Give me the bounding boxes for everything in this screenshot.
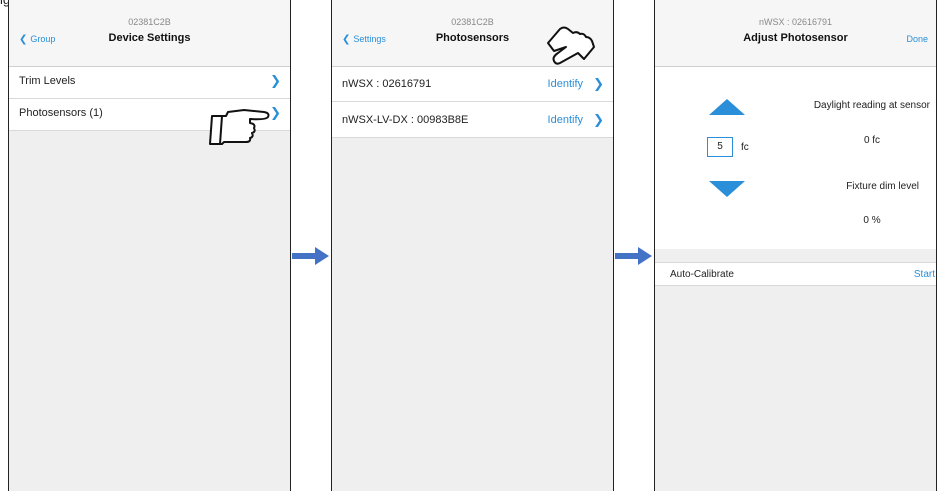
daylight-label: Daylight reading at sensor	[813, 100, 930, 111]
flow-arrow-icon	[292, 247, 329, 265]
photosensors-screen: 02381C2B ❮ Settings Photosensors nWSX : 0…	[331, 0, 614, 491]
device-settings-screen: 02381C2B ❮ Group Device Settings Trim Lev…	[8, 0, 291, 491]
chevron-right-icon: ❯	[593, 76, 604, 91]
page-title: Device Settings	[108, 32, 191, 44]
list-item-label: Photosensors (1)	[19, 107, 103, 119]
list-item-photosensor[interactable]: nWSX : 02616791 Identify ❯	[332, 67, 613, 102]
done-button[interactable]: Done	[906, 34, 928, 44]
identify-button[interactable]: Identify	[548, 78, 583, 90]
pointing-hand-icon	[209, 109, 270, 145]
dim-level-value: 0 %	[863, 215, 881, 226]
adjust-panel: 5 fc Daylight reading at sensor 0 fc Fix…	[655, 67, 936, 249]
list-item-label: Trim Levels	[19, 75, 76, 87]
adjust-photosensor-screen: nWSX : 02616791 Adjust Photosensor Done …	[654, 0, 937, 491]
navigation-bar: 02381C2B ❮ Group Device Settings	[9, 0, 290, 67]
setpoint-input[interactable]: 5	[707, 137, 733, 157]
auto-calibrate-label: Auto-Calibrate	[670, 269, 734, 280]
page-title: Adjust Photosensor	[743, 32, 848, 44]
pointing-hand-icon	[547, 26, 595, 65]
section-divider	[655, 249, 936, 263]
navigation-bar: nWSX : 02616791 Adjust Photosensor Done	[655, 0, 936, 67]
list-item-photosensor[interactable]: nWSX-LV-DX : 00983B8E Identify ❯	[332, 102, 613, 138]
increase-triangle-icon[interactable]	[709, 99, 745, 115]
device-id: 02381C2B	[128, 17, 171, 27]
dim-level-label: Fixture dim level	[846, 181, 919, 192]
identify-button[interactable]: Identify	[548, 114, 583, 126]
chevron-right-icon: ❯	[593, 112, 604, 127]
auto-calibrate-row[interactable]: Auto-Calibrate Start	[655, 263, 936, 286]
device-id: nWSX : 02616791	[758, 17, 833, 27]
start-button[interactable]: Start	[914, 269, 935, 280]
list-item-label: nWSX-LV-DX : 00983B8E	[342, 114, 469, 126]
chevron-right-icon: ❯	[270, 73, 281, 88]
flow-arrow-icon	[615, 247, 652, 265]
daylight-value: 0 fc	[863, 135, 881, 146]
list-item-trim-levels[interactable]: Trim Levels ❯	[9, 67, 290, 99]
setpoint-unit: fc	[741, 142, 749, 153]
decrease-triangle-icon[interactable]	[709, 181, 745, 197]
list-item-label: nWSX : 02616791	[342, 78, 432, 90]
